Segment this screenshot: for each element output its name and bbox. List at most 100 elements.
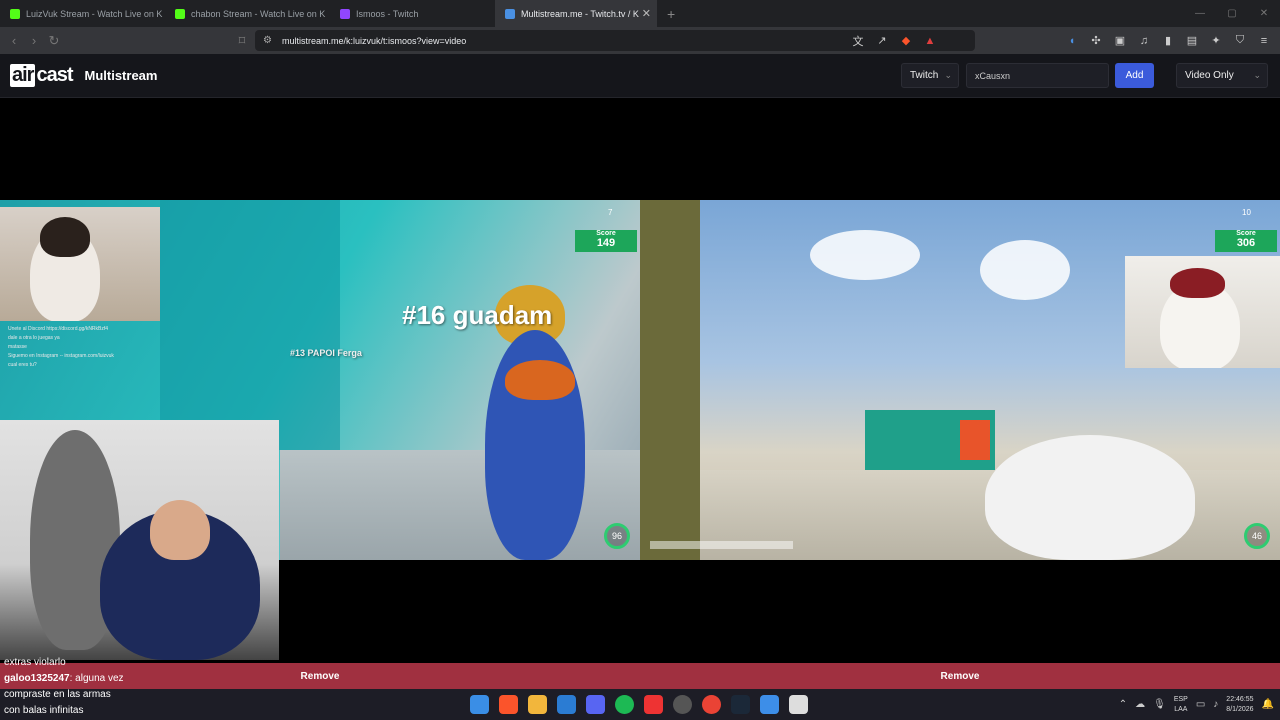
reload-icon[interactable]: ↻	[44, 33, 64, 49]
audio-icon[interactable]: ◖	[1064, 35, 1080, 47]
browser-toolbar: ‹ › ↻ ⌑ ⚙ multistream.me/k:luizvuk/t:ism…	[0, 27, 1280, 54]
translate-icon[interactable]: 文	[850, 33, 866, 49]
webcam-secondary	[0, 420, 279, 660]
game-wall	[640, 200, 700, 560]
cloud-icon[interactable]: ☁	[1135, 699, 1145, 710]
language-indicator[interactable]: ESP LAA	[1174, 695, 1188, 715]
site-info-icon[interactable]: ⚙	[263, 35, 272, 46]
bing-icon[interactable]	[557, 695, 576, 714]
add-button[interactable]: Add	[1115, 63, 1154, 88]
taskbar-apps	[470, 689, 808, 720]
forward-icon[interactable]: ›	[24, 33, 44, 48]
extensions-icon[interactable]: ✣	[1088, 34, 1104, 47]
sidebar-icon[interactable]: ▮	[1160, 34, 1176, 47]
maximize-icon[interactable]: ▢	[1216, 0, 1248, 27]
kick-icon	[175, 8, 185, 19]
brave-rewards-icon[interactable]: ▲	[922, 35, 938, 47]
overlay-chat-line: Siguemo en Instagram -- instagram.com/lu…	[8, 353, 114, 359]
browser-tab-chabon[interactable]: chabon Stream - Watch Live on K	[165, 0, 330, 27]
display-icon[interactable]: ▭	[1196, 699, 1205, 710]
remove-bar: Remove Remove	[0, 663, 1280, 689]
minimize-icon[interactable]: —	[1184, 0, 1216, 27]
leo-ai-icon[interactable]: ✦	[1208, 34, 1224, 47]
overlay-chat-line: cual eres tu?	[8, 362, 37, 368]
game-door	[960, 420, 990, 460]
microphone-icon[interactable]: 🎙	[1153, 699, 1166, 710]
clock-time: 22:46:55	[1226, 695, 1254, 703]
system-tray: ⌃ ☁ 🎙 ESP LAA ▭ ♪ 22:46:55 8/1/2026 🔔	[1119, 689, 1274, 720]
player-nameplate-small: #13 PAPOI Ferga	[290, 348, 362, 358]
platform-select[interactable]: Twitch ⌄	[901, 63, 959, 88]
aircast-logo[interactable]: air cast	[10, 64, 74, 87]
browser-tab-luizvuk[interactable]: LuizVuk Stream - Watch Live on K	[0, 0, 165, 27]
view-mode-select[interactable]: Video Only ⌄	[1176, 63, 1268, 88]
game-character-face	[505, 360, 575, 400]
chat-message: : alguna vez	[69, 673, 124, 684]
bookmark-icon[interactable]: ⌑	[232, 33, 252, 49]
close-window-icon[interactable]: ✕	[1248, 0, 1280, 27]
streamer-hair	[40, 217, 90, 257]
vpn-icon[interactable]: ⛉	[1232, 34, 1248, 47]
webcam-luizvuk	[0, 207, 160, 321]
calculator-icon[interactable]	[789, 695, 808, 714]
discord-icon[interactable]	[586, 695, 605, 714]
rank-text: 7	[608, 208, 613, 217]
multistream-icon	[505, 8, 515, 19]
lang-top: ESP	[1173, 695, 1188, 703]
overlay-chat-line: Unete al Discord https://discord.gg/kNRk…	[8, 326, 109, 332]
volume-icon[interactable]: ♪	[1213, 699, 1218, 710]
tab-title: Multistream.me - Twitch.tv / K	[521, 8, 639, 19]
chevron-up-icon[interactable]: ⌃	[1119, 699, 1127, 710]
media-icon[interactable]: ♫	[1136, 35, 1152, 47]
chat-username: galoo1325247	[4, 673, 70, 684]
settings-icon[interactable]	[673, 695, 692, 714]
tab-title: Ismoos - Twitch	[356, 8, 419, 19]
score-box: Score 306	[1215, 230, 1277, 252]
back-icon[interactable]: ‹	[4, 33, 24, 48]
clock[interactable]: 22:46:55 8/1/2026	[1226, 695, 1253, 715]
menu-icon[interactable]: ≡	[1256, 35, 1272, 47]
brave-browser-icon[interactable]	[499, 695, 518, 714]
browser-tab-strip: LuizVuk Stream - Watch Live on K chabon …	[0, 0, 1280, 27]
game-floor	[280, 450, 640, 560]
score-label: Score	[596, 230, 616, 237]
app-header: aircast Multistream Twitch ⌄ Add Video O…	[0, 54, 1280, 98]
logo-mark: air	[10, 64, 36, 87]
page-chat: extras violarlo galoo1325247: alguna vez…	[4, 655, 124, 719]
security-icon[interactable]	[760, 695, 779, 714]
streamer-cap	[1170, 268, 1225, 298]
view-mode-value: Video Only	[1185, 70, 1234, 81]
chat-line: compraste en las armas	[4, 689, 111, 700]
score-value: 149	[596, 237, 616, 249]
chevron-down-icon: ⌄	[944, 70, 952, 80]
spotify-icon[interactable]	[615, 695, 634, 714]
channel-input[interactable]	[966, 63, 1109, 88]
clock-date: 8/1/2026	[1226, 705, 1254, 713]
score-label: Score	[1236, 230, 1256, 237]
file-explorer-icon[interactable]	[528, 695, 547, 714]
steam-icon[interactable]	[731, 695, 750, 714]
screenshot-icon[interactable]: ▣	[1112, 34, 1128, 47]
share-icon[interactable]: ↗	[874, 34, 890, 47]
notification-bell-icon[interactable]: 🔔	[1262, 699, 1274, 710]
overlay-chat-line: matasse	[8, 344, 27, 350]
brave-shield-icon[interactable]: ◆	[898, 34, 914, 47]
overlay-chat-line: dale a otra lo juegas ya	[8, 335, 60, 341]
webcam-ismoos	[1125, 256, 1280, 368]
browser-tab-multistream[interactable]: Multistream.me - Twitch.tv / K ✕	[495, 0, 657, 27]
wallet-icon[interactable]: ▤	[1184, 34, 1200, 47]
browser-extensions: 文 ↗ ◆ ▲ ◖ ✣ ▣ ♫ ▮ ▤ ✦ ⛉ ≡	[850, 27, 1272, 54]
kick-icon	[10, 8, 20, 19]
chevron-down-icon: ⌄	[1253, 70, 1261, 80]
url-text: multistream.me/k:luizvuk/t:ismoos?view=v…	[281, 35, 467, 46]
stream-player-right[interactable]: 10 Score 306 46	[640, 200, 1280, 560]
windows-start-icon[interactable]	[470, 695, 489, 714]
close-tab-icon[interactable]: ✕	[642, 7, 651, 20]
recorder-icon[interactable]	[644, 695, 663, 714]
score-box: Score 149	[575, 230, 637, 252]
browser-tab-ismoos[interactable]: Ismoos - Twitch	[330, 0, 495, 27]
window-controls: — ▢ ✕	[1184, 0, 1280, 27]
remove-right-stream-button[interactable]: Remove	[640, 663, 1280, 689]
chrome-icon[interactable]	[702, 695, 721, 714]
new-tab-icon[interactable]: +	[667, 6, 675, 22]
